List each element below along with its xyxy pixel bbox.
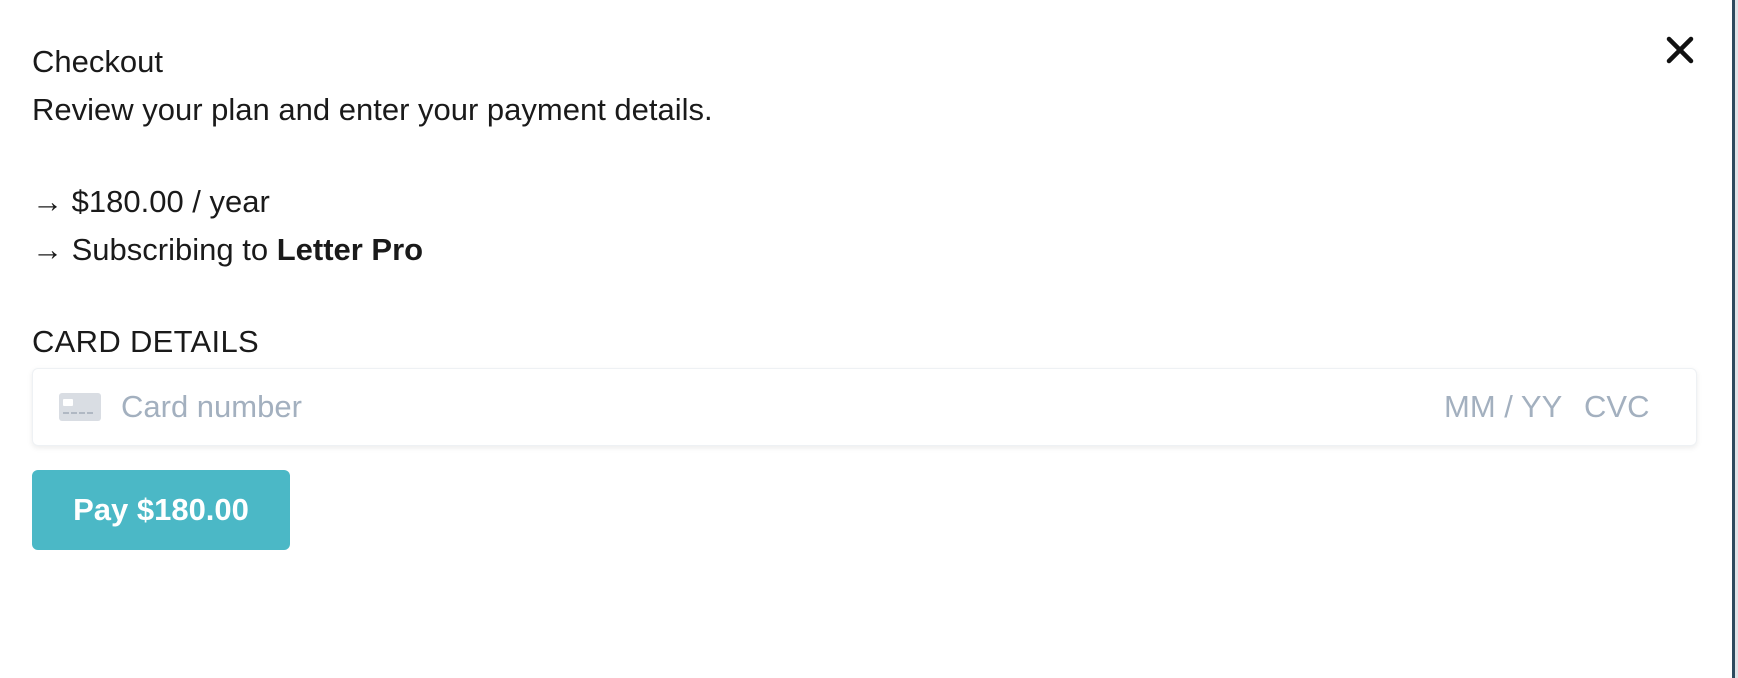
price-line: → $180.00 / year <box>32 180 1697 224</box>
expiry-input[interactable] <box>1444 369 1574 445</box>
page-title: Checkout <box>32 44 163 79</box>
arrow-icon: → <box>32 184 63 219</box>
checkout-modal: Checkout Review your plan and enter your… <box>0 0 1735 678</box>
cvc-input[interactable] <box>1584 369 1664 445</box>
checkout-content: Checkout Review your plan and enter your… <box>32 40 1697 550</box>
arrow-icon: → <box>32 232 63 267</box>
credit-card-icon <box>59 393 101 421</box>
price-text: $180.00 / year <box>71 184 270 219</box>
page-subtitle: Review your plan and enter your payment … <box>32 92 713 127</box>
card-details-label: CARD DETAILS <box>32 324 259 359</box>
subscribing-prefix: Subscribing to <box>71 232 277 267</box>
card-details-field[interactable] <box>32 368 1697 446</box>
plan-summary: → $180.00 / year → Subscribing to Letter… <box>32 180 1697 272</box>
subscription-line: → Subscribing to Letter Pro <box>32 228 1697 272</box>
card-number-input[interactable] <box>121 369 1421 445</box>
plan-name: Letter Pro <box>276 232 424 267</box>
pay-button[interactable]: Pay $180.00 <box>32 470 290 550</box>
